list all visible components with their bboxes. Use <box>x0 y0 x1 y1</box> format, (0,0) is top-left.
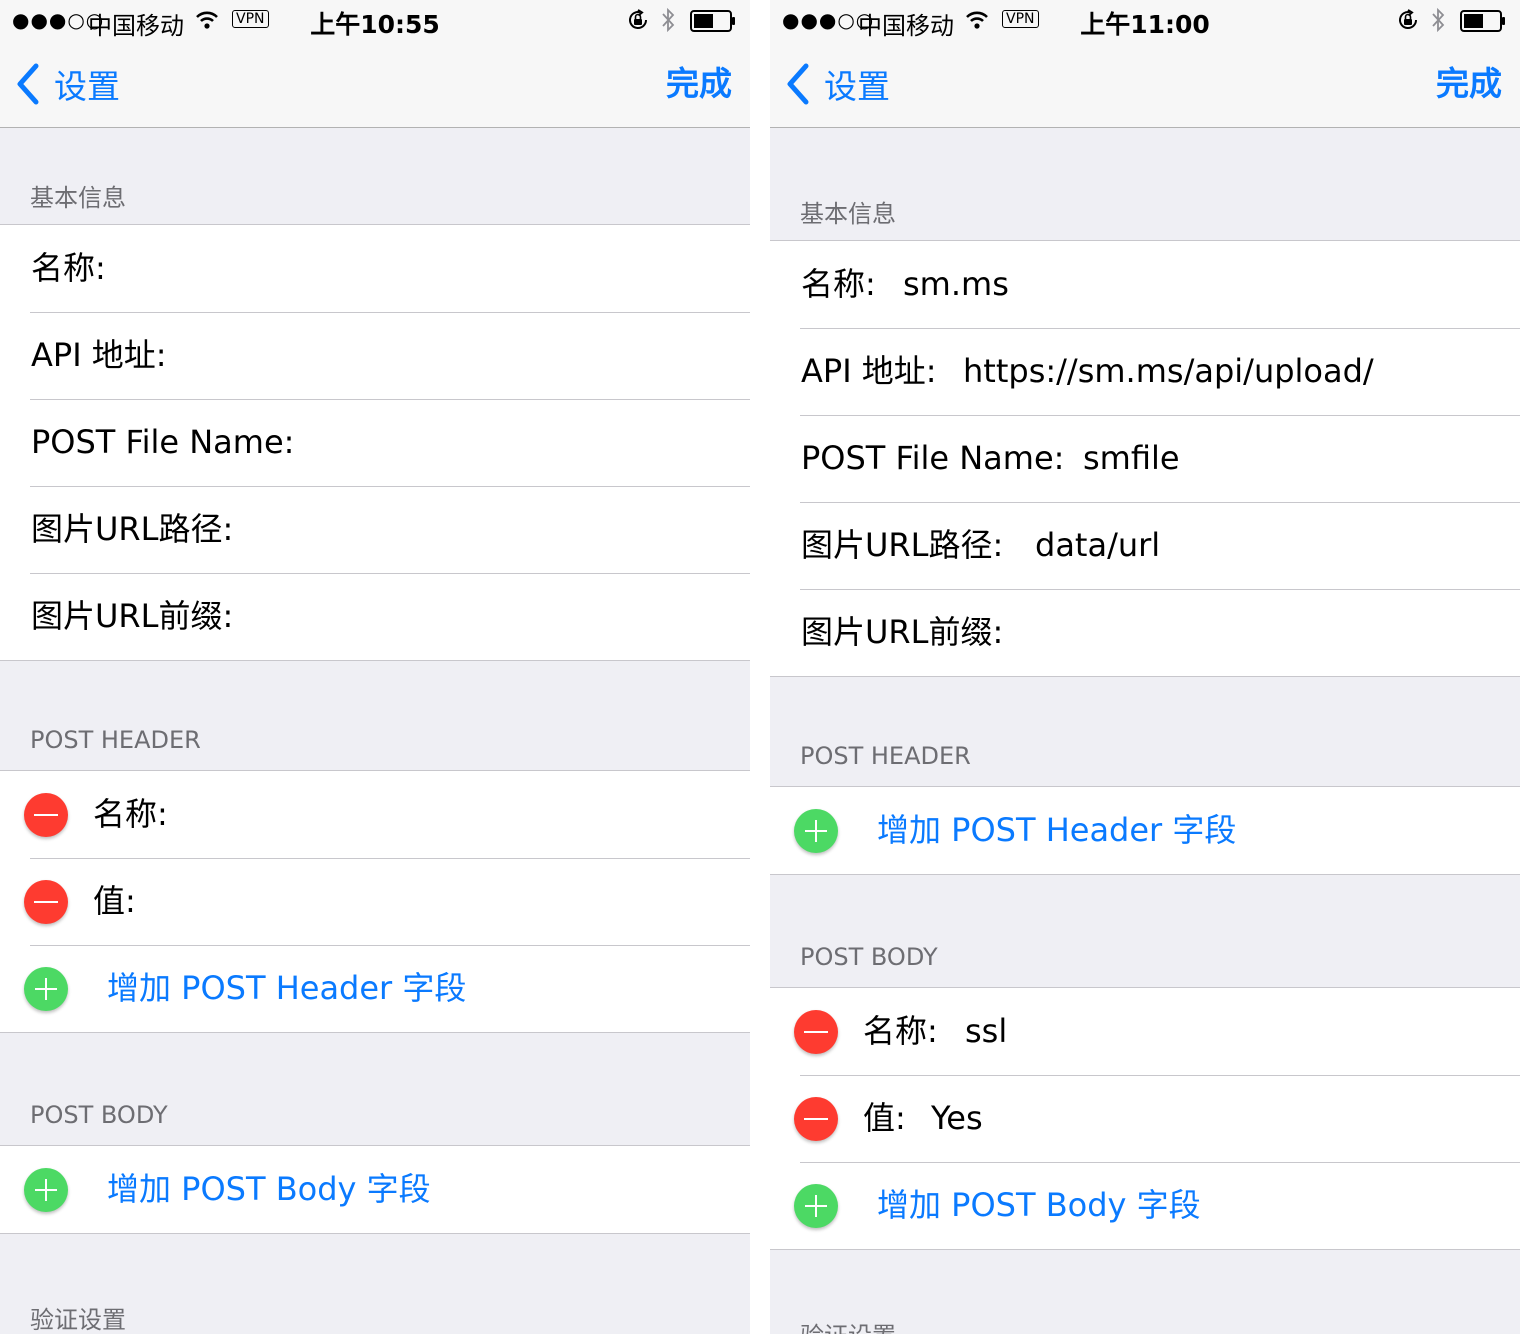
minus-circle-icon[interactable] <box>24 793 68 837</box>
add-post-body-label: 增加 POST Body 字段 <box>107 1170 431 1208</box>
row-label: API 地址: <box>801 352 937 390</box>
section-header-post-body: POST BODY <box>800 943 938 971</box>
status-bar: ●●●○○ 中国移动 VPN 上午10:55 <box>0 0 750 40</box>
add-post-header-label: 增加 POST Header 字段 <box>877 811 1237 849</box>
form-row-image-url-path[interactable]: 图片URL路径: <box>0 486 750 573</box>
top-bar: ●●●○○ 中国移动 VPN 上午11:00 设置 完成 <box>770 0 1520 128</box>
nav-bar: 设置 完成 <box>0 40 750 128</box>
plus-circle-icon[interactable] <box>24 1168 68 1212</box>
chevron-left-icon <box>17 63 39 105</box>
bluetooth-icon <box>1432 7 1445 33</box>
rotation-lock-icon <box>1399 9 1418 29</box>
row-value[interactable]: Yes <box>931 1075 983 1162</box>
form-row-image-url-prefix[interactable]: 图片URL前缀: <box>0 573 750 660</box>
post-header-group: 名称: 值: 增加 POST Header 字段 <box>0 770 750 1033</box>
row-label: 图片URL前缀: <box>31 597 234 635</box>
section-header-post-header: POST HEADER <box>800 742 971 770</box>
row-label: 图片URL路径: <box>801 526 1004 564</box>
done-button[interactable]: 完成 <box>1436 62 1502 106</box>
row-label: POST File Name: <box>801 439 1065 477</box>
battery-icon <box>1460 10 1505 32</box>
row-label: 值: <box>93 882 136 920</box>
form-row-image-url-path[interactable]: 图片URL路径: data/url <box>770 502 1520 589</box>
back-button[interactable]: 设置 <box>784 62 890 106</box>
screen-left: ●●●○○ 中国移动 VPN 上午10:55 设置 完成 基本信息 名称: AP… <box>0 0 750 1334</box>
plus-circle-icon[interactable] <box>794 809 838 853</box>
battery-icon <box>690 10 735 32</box>
row-label: 名称: <box>31 249 106 287</box>
add-post-body-button[interactable]: 增加 POST Body 字段 <box>770 1162 1520 1249</box>
add-post-body-button[interactable]: 增加 POST Body 字段 <box>0 1146 750 1233</box>
form-row-name[interactable]: 名称: sm.ms <box>770 241 1520 328</box>
post-header-group: 增加 POST Header 字段 <box>770 786 1520 875</box>
section-header-verify: 验证设置 <box>800 1316 896 1334</box>
add-post-header-button[interactable]: 增加 POST Header 字段 <box>770 787 1520 874</box>
post-body-row-name[interactable]: 名称: ssl <box>770 988 1520 1075</box>
add-post-body-label: 增加 POST Body 字段 <box>877 1186 1201 1224</box>
row-label: 图片URL前缀: <box>801 613 1004 651</box>
nav-bar: 设置 完成 <box>770 40 1520 128</box>
form-row-image-url-prefix[interactable]: 图片URL前缀: <box>770 589 1520 676</box>
row-value[interactable]: smfile <box>1083 415 1180 502</box>
plus-circle-icon[interactable] <box>24 967 68 1011</box>
back-button-label: 设置 <box>54 67 120 106</box>
form-row-post-file-name[interactable]: POST File Name: <box>0 399 750 486</box>
section-header-basic: 基本信息 <box>30 184 126 212</box>
post-body-row-value[interactable]: 值: Yes <box>770 1075 1520 1162</box>
section-header-post-header: POST HEADER <box>30 726 201 754</box>
add-post-header-label: 增加 POST Header 字段 <box>107 969 467 1007</box>
minus-circle-icon[interactable] <box>794 1010 838 1054</box>
basic-info-group: 名称: sm.ms API 地址: https://sm.ms/api/uplo… <box>770 240 1520 677</box>
form-row-post-file-name[interactable]: POST File Name: smfile <box>770 415 1520 502</box>
chevron-left-icon <box>787 63 809 105</box>
done-button[interactable]: 完成 <box>666 62 732 106</box>
post-header-row-name[interactable]: 名称: <box>0 771 750 858</box>
row-label: POST File Name: <box>31 423 295 461</box>
bluetooth-icon <box>662 7 675 33</box>
basic-info-group: 名称: API 地址: POST File Name: 图片URL路径: 图片U… <box>0 224 750 661</box>
row-label: 图片URL路径: <box>31 510 234 548</box>
row-label: 名称: <box>863 1012 938 1050</box>
post-header-row-value[interactable]: 值: <box>0 858 750 945</box>
section-header-basic: 基本信息 <box>800 200 896 228</box>
row-value[interactable]: ssl <box>965 988 1007 1075</box>
form-row-api-address[interactable]: API 地址: <box>0 312 750 399</box>
row-label: 值: <box>863 1099 906 1137</box>
minus-circle-icon[interactable] <box>24 880 68 924</box>
form-row-name[interactable]: 名称: <box>0 225 750 312</box>
row-value[interactable]: https://sm.ms/api/upload/ <box>963 328 1374 415</box>
plus-circle-icon[interactable] <box>794 1184 838 1228</box>
row-label: 名称: <box>93 795 168 833</box>
section-header-post-body: POST BODY <box>30 1101 168 1129</box>
post-body-group: 增加 POST Body 字段 <box>0 1145 750 1234</box>
minus-circle-icon[interactable] <box>794 1097 838 1141</box>
screen-right: ●●●○○ 中国移动 VPN 上午11:00 设置 完成 基本信息 名称: sm… <box>770 0 1520 1334</box>
post-body-group: 名称: ssl 值: Yes 增加 POST Body 字段 <box>770 987 1520 1250</box>
status-bar: ●●●○○ 中国移动 VPN 上午11:00 <box>770 0 1520 40</box>
row-value[interactable]: sm.ms <box>903 241 1009 328</box>
form-row-api-address[interactable]: API 地址: https://sm.ms/api/upload/ <box>770 328 1520 415</box>
row-label: 名称: <box>801 265 876 303</box>
top-bar: ●●●○○ 中国移动 VPN 上午10:55 设置 完成 <box>0 0 750 128</box>
add-post-header-button[interactable]: 增加 POST Header 字段 <box>0 945 750 1032</box>
section-header-verify: 验证设置 <box>30 1306 126 1334</box>
row-label: API 地址: <box>31 336 167 374</box>
back-button[interactable]: 设置 <box>14 62 120 106</box>
rotation-lock-icon <box>629 9 648 29</box>
back-button-label: 设置 <box>824 67 890 106</box>
row-value[interactable]: data/url <box>1035 502 1160 589</box>
